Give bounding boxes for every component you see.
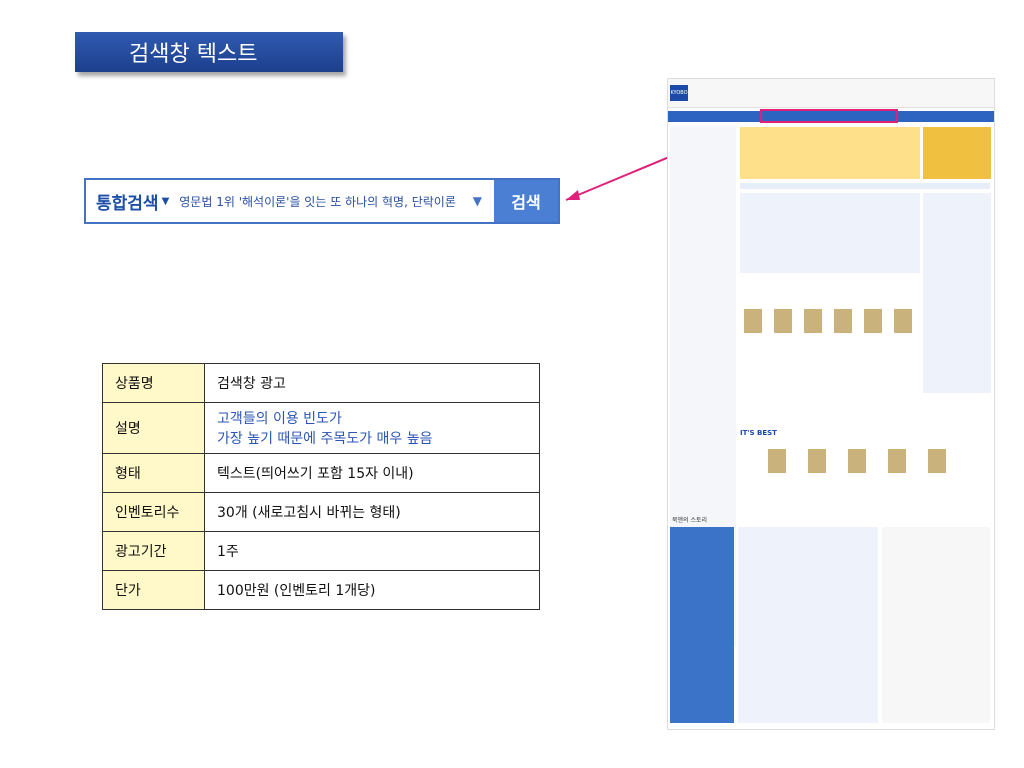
book-thumb	[834, 309, 852, 333]
book-thumb	[894, 309, 912, 333]
book-thumb	[848, 449, 866, 473]
website-screenshot-thumbnail: KYOBO IT'S BEST 북앤의 스토리	[667, 78, 995, 730]
site-story-panel	[670, 527, 734, 723]
search-highlight-box	[760, 109, 898, 123]
book-thumb	[808, 449, 826, 473]
site-culture-panel	[882, 527, 990, 723]
book-thumb	[804, 309, 822, 333]
site-side-banner	[923, 127, 991, 179]
row-key: 상품명	[102, 363, 205, 403]
row-value: 고객들의 이용 빈도가가장 높기 때문에 주목도가 매우 높음	[204, 402, 540, 454]
site-story-content	[738, 527, 878, 723]
row-key: 형태	[102, 453, 205, 493]
site-feature-panel	[740, 193, 920, 273]
section-story-label: 북앤의 스토리	[672, 517, 708, 524]
site-logo: KYOBO	[670, 85, 688, 101]
row-key: 설명	[102, 402, 205, 454]
book-thumb	[744, 309, 762, 333]
row-value: 텍스트(띄어쓰기 포함 15자 이내)	[204, 453, 540, 493]
book-thumb	[928, 449, 946, 473]
row-value: 1주	[204, 531, 540, 571]
desc-line: 가장 높기 때문에 주목도가 매우 높음	[217, 431, 433, 447]
table-row: 단가 100만원 (인벤토리 1개당)	[102, 570, 540, 610]
section-best-label: IT'S BEST	[740, 429, 777, 437]
table-row: 상품명 검색창 광고	[102, 363, 540, 403]
row-key: 인벤토리수	[102, 492, 205, 532]
book-thumb	[774, 309, 792, 333]
site-strip	[740, 183, 990, 189]
row-value: 100만원 (인벤토리 1개당)	[204, 570, 540, 610]
book-thumb	[864, 309, 882, 333]
site-right-panel	[923, 193, 991, 393]
row-key: 단가	[102, 570, 205, 610]
book-thumb	[768, 449, 786, 473]
table-row: 설명 고객들의 이용 빈도가가장 높기 때문에 주목도가 매우 높음	[102, 402, 540, 454]
book-thumb	[888, 449, 906, 473]
site-header	[668, 79, 994, 108]
table-row: 인벤토리수 30개 (새로고침시 바뀌는 형태)	[102, 492, 540, 532]
row-key: 광고기간	[102, 531, 205, 571]
site-banner	[740, 127, 920, 179]
table-row: 광고기간 1주	[102, 531, 540, 571]
table-row: 형태 텍스트(띄어쓰기 포함 15자 이내)	[102, 453, 540, 493]
row-value: 30개 (새로고침시 바뀌는 형태)	[204, 492, 540, 532]
ad-spec-table: 상품명 검색창 광고 설명 고객들의 이용 빈도가가장 높기 때문에 주목도가 매…	[102, 363, 540, 610]
desc-line: 고객들의 이용 빈도가	[217, 411, 342, 427]
row-value: 검색창 광고	[204, 363, 540, 403]
